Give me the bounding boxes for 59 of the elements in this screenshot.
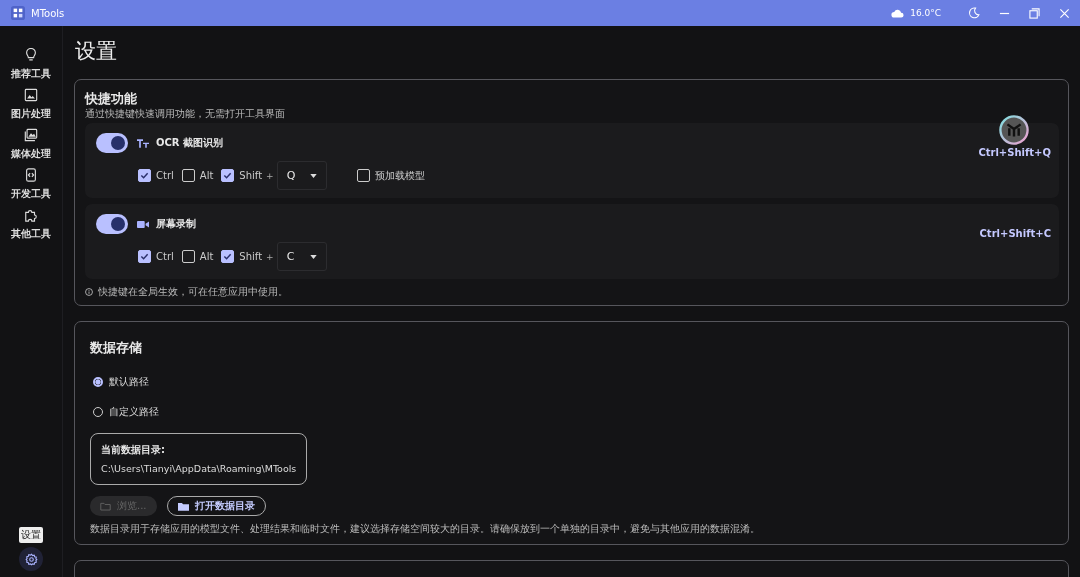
storage-note: 数据目录用于存储应用的模型文件、处理结果和临时文件，建议选择存储空间较大的目录。请确保放到一个单独的目录中，避免与其他应用的数据混淆。 — [90, 522, 761, 536]
path-radio[interactable]: 默认路径 — [90, 367, 1053, 397]
shortcut-label: 屏幕录制 — [156, 217, 196, 231]
hotkey-text: Ctrl+Shift+Q — [978, 146, 1051, 158]
video-camera-icon — [137, 219, 149, 229]
settings-button[interactable] — [19, 547, 43, 571]
check-icon — [140, 252, 149, 261]
path-radio[interactable]: 自定义路径 — [90, 397, 1053, 427]
section-title: 数据存储 — [90, 339, 143, 357]
hotkey-text: Ctrl+Shift+C — [979, 227, 1051, 239]
info-icon — [85, 288, 93, 296]
modifier-checkbox[interactable]: Alt — [181, 250, 214, 263]
directory-label: 当前数据目录: — [101, 443, 166, 457]
shortcut-label: OCR 截图识别 — [156, 136, 224, 150]
folder-icon — [177, 501, 189, 511]
code-icon — [24, 168, 38, 182]
app-logo-icon — [11, 6, 25, 20]
sidebar-item[interactable]: 媒体处理 — [11, 128, 51, 168]
hint-text: 快捷键在全局生效，可在任意应用中使用。 — [98, 285, 288, 299]
close-icon[interactable] — [1059, 7, 1070, 19]
modifier-checkbox[interactable]: Ctrl — [138, 250, 174, 263]
key-dropdown[interactable]: C — [276, 242, 327, 271]
settings-icon — [24, 552, 38, 566]
image-icon — [24, 88, 38, 102]
plus-sign: + — [266, 251, 274, 262]
directory-path: C:\Users\Tianyi\AppData\Roaming\MTools — [101, 462, 297, 475]
folder-icon — [100, 501, 111, 511]
sidebar-item[interactable]: 推荐工具 — [11, 48, 51, 88]
check-icon — [223, 252, 233, 261]
preload-checkbox[interactable]: 预加载模型 — [356, 168, 425, 183]
check-icon — [223, 171, 233, 180]
toggle-switch[interactable] — [96, 133, 128, 153]
page-title: 设置 — [75, 38, 118, 64]
modifier-checkbox[interactable]: Ctrl — [138, 169, 174, 182]
modifier-checkbox[interactable]: Shift — [221, 169, 263, 182]
sidebar-item[interactable]: 其他工具 — [11, 208, 51, 248]
section-subtitle: 通过快捷键快速调用功能，无需打开工具界面 — [85, 108, 286, 120]
check-icon — [140, 171, 149, 180]
tooltip: 设置 — [19, 527, 43, 543]
cloud-icon — [891, 8, 905, 18]
text-size-icon — [137, 138, 149, 148]
key-dropdown[interactable]: Q — [276, 161, 327, 190]
sidebar-item[interactable]: 图片处理 — [11, 88, 51, 128]
modifier-checkbox[interactable]: Alt — [181, 169, 214, 182]
sidebar-item[interactable]: 开发工具 — [11, 168, 51, 208]
caret-icon — [309, 254, 317, 259]
window-title: MTools — [31, 7, 65, 19]
restore-icon[interactable] — [1029, 7, 1040, 19]
modifier-checkbox[interactable]: Shift — [221, 250, 263, 263]
plus-sign: + — [266, 170, 274, 181]
temperature-text: 16.0°C — [910, 8, 941, 18]
toggle-switch[interactable] — [96, 214, 128, 234]
lightbulb-icon — [24, 48, 38, 62]
moon-icon[interactable] — [968, 7, 980, 19]
section-title: 快捷功能 — [85, 90, 138, 108]
gallery-icon — [24, 128, 38, 142]
caret-icon — [309, 173, 317, 178]
puzzle-icon — [24, 208, 38, 222]
floating-tool-icon[interactable] — [999, 115, 1029, 145]
